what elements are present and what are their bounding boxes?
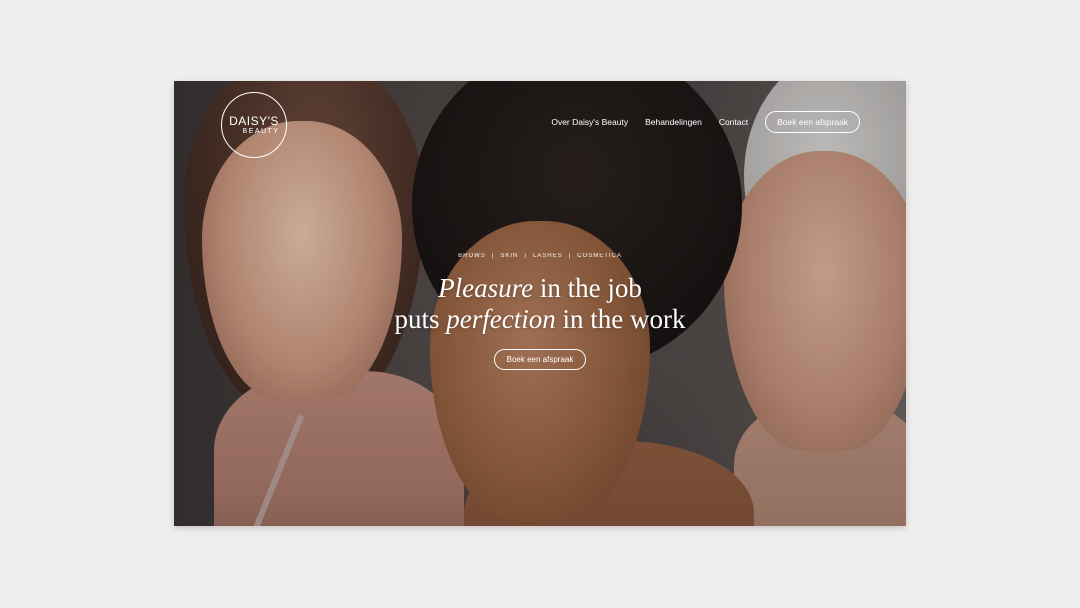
category-brows: BROWS bbox=[458, 253, 486, 259]
website-screenshot: DAISY'S BEAUTY Over Daisy's Beauty Behan… bbox=[174, 81, 906, 526]
hero-content: BROWS | SKIN | LASHES | COSMETICA Pleasu… bbox=[174, 253, 906, 370]
hero-headline: Pleasure in the job puts perfection in t… bbox=[174, 273, 906, 335]
headline-line-2-start: puts bbox=[394, 304, 447, 334]
category-list: BROWS | SKIN | LASHES | COSMETICA bbox=[174, 253, 906, 259]
headline-line-2: puts perfection in the work bbox=[174, 304, 906, 335]
headline-line-1: Pleasure in the job bbox=[174, 273, 906, 304]
logo-line-1: DAISY'S bbox=[229, 113, 279, 128]
category-lashes: LASHES bbox=[532, 253, 563, 259]
nav-link-contact[interactable]: Contact bbox=[719, 117, 748, 127]
category-skin: SKIN bbox=[500, 253, 519, 259]
main-navigation: Over Daisy's Beauty Behandelingen Contac… bbox=[551, 111, 860, 133]
category-cosmetica: COSMETICA bbox=[577, 253, 622, 259]
logo-line-2: BEAUTY bbox=[242, 127, 280, 135]
headline-line-2-rest: in the work bbox=[555, 304, 686, 334]
hero-book-appointment-button[interactable]: Boek een afspraak bbox=[493, 349, 587, 370]
brand-logo[interactable]: DAISY'S BEAUTY bbox=[221, 92, 287, 158]
category-separator: | bbox=[568, 253, 572, 259]
nav-link-behandelingen[interactable]: Behandelingen bbox=[645, 117, 702, 127]
headline-word-perfection: perfection bbox=[446, 304, 556, 334]
headline-word-pleasure: Pleasure bbox=[438, 273, 534, 303]
nav-link-over-daisys-beauty[interactable]: Over Daisy's Beauty bbox=[551, 117, 628, 127]
nav-book-appointment-button[interactable]: Boek een afspraak bbox=[765, 111, 860, 133]
headline-line-1-rest: in the job bbox=[533, 273, 642, 303]
category-separator: | bbox=[491, 253, 495, 259]
category-separator: | bbox=[524, 253, 527, 259]
